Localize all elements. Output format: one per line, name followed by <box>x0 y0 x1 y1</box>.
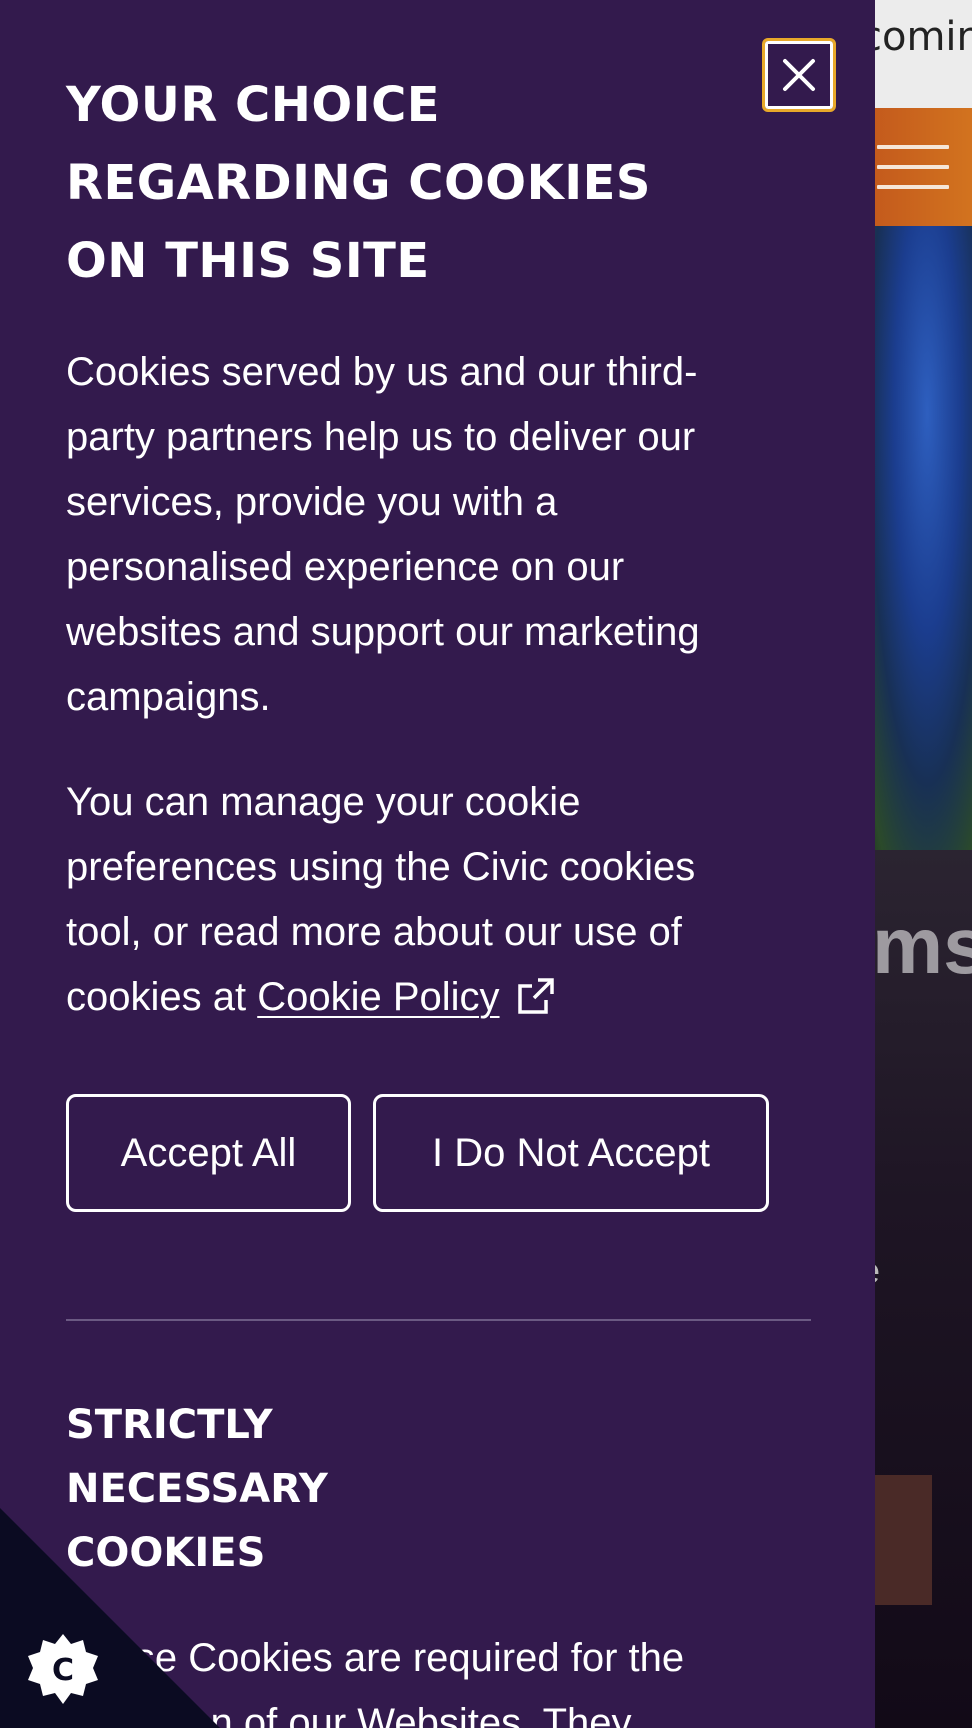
accept-all-button[interactable]: Accept All <box>66 1094 351 1212</box>
panel-title: YOUR CHOICE REGARDING COOKIES ON THIS SI… <box>66 77 651 289</box>
manage-text: You can manage your cookie preferences u… <box>66 770 766 1030</box>
cookie-policy-link[interactable]: Cookie Policy <box>257 975 499 1019</box>
hamburger-menu-icon[interactable] <box>877 145 949 191</box>
reject-all-button[interactable]: I Do Not Accept <box>373 1094 769 1212</box>
section-divider <box>66 1319 811 1321</box>
civic-badge-letter: C <box>52 1653 74 1688</box>
close-icon <box>783 59 815 91</box>
intro-text: Cookies served by us and our third-party… <box>66 350 700 719</box>
hero-overlay-text: ms <box>872 901 972 990</box>
cookie-consent-panel: YOUR CHOICE REGARDING COOKIES ON THIS SI… <box>0 0 875 1728</box>
site-topbar-text: comin <box>860 14 972 60</box>
close-button[interactable] <box>762 38 836 112</box>
civic-cookie-settings-icon[interactable]: C <box>26 1632 100 1706</box>
external-link-icon <box>517 978 554 1014</box>
hero-image <box>860 226 972 850</box>
